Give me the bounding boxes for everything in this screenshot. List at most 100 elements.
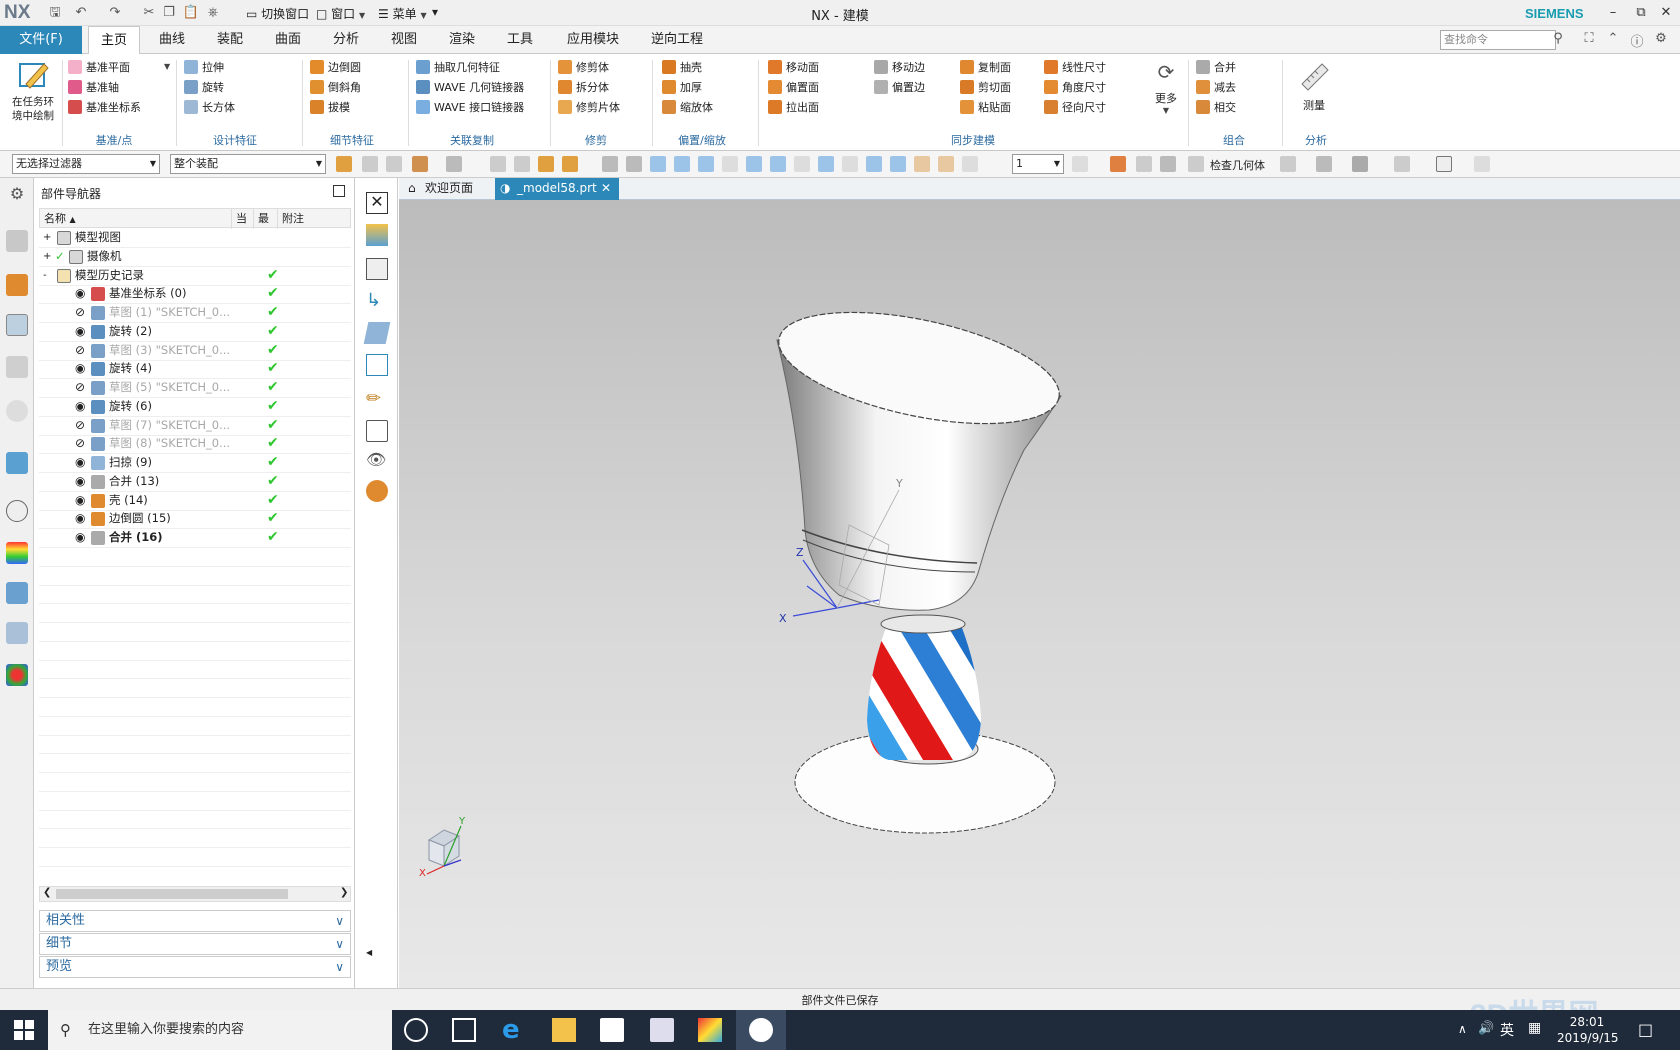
column-current[interactable]: 当: [232, 209, 254, 229]
rotate-view-icon[interactable]: [1072, 156, 1088, 172]
collapse-icon[interactable]: -: [43, 266, 47, 285]
windows-start-icon[interactable]: [14, 1020, 34, 1040]
intersection-icon[interactable]: [794, 156, 810, 172]
scroll-left-icon[interactable]: ❮: [43, 887, 51, 898]
cut-face-button[interactable]: 剪切面: [960, 78, 1011, 98]
trim-sheet-button[interactable]: 修剪片体: [558, 98, 620, 118]
tree-row[interactable]: ⊘ 草图 (3) "SKETCH_0... ✔: [39, 341, 351, 361]
reuse-library-icon[interactable]: [6, 356, 28, 378]
tab-home[interactable]: 主页: [88, 26, 140, 55]
hd3d-tools-icon[interactable]: [6, 400, 28, 422]
manufacturing-wizard-icon[interactable]: [6, 622, 28, 644]
pull-face-button[interactable]: 拉出面: [768, 98, 819, 118]
sheet-body-icon[interactable]: [363, 322, 391, 344]
ime-indicator[interactable]: 英: [1500, 1020, 1514, 1040]
move-edge-button[interactable]: 移动边: [874, 58, 925, 78]
process-studio-icon[interactable]: [6, 582, 28, 604]
expand-icon[interactable]: +: [43, 228, 51, 247]
solid-icon[interactable]: [602, 156, 618, 172]
selection-scope-select[interactable]: 整个装配 ▼: [170, 154, 326, 174]
save-part-icon[interactable]: [366, 258, 388, 280]
thicken-button[interactable]: 加厚: [662, 78, 713, 98]
draft-button[interactable]: 拔模: [310, 98, 361, 118]
tree-row[interactable]: ⊘ 草图 (7) "SKETCH_0... ✔: [39, 416, 351, 436]
fit-view-icon[interactable]: [1280, 156, 1296, 172]
type-filter-select[interactable]: 无选择过滤器 ▼: [12, 154, 160, 174]
edge-browser-icon[interactable]: e: [502, 1017, 526, 1043]
palette-icon[interactable]: [6, 542, 28, 564]
check-geometry-icon[interactable]: [1188, 156, 1204, 172]
extrude-button[interactable]: 拉伸: [184, 58, 235, 78]
eye-icon[interactable]: ◉: [75, 359, 85, 378]
block-button[interactable]: 长方体: [184, 98, 235, 118]
taskbar-search-input[interactable]: ⚲ 在这里输入你要搜索的内容: [48, 1010, 392, 1050]
tree-row[interactable]: ◉ 旋转 (6) ✔: [39, 397, 351, 417]
maximize-panel-icon[interactable]: [333, 185, 345, 197]
volume-icon[interactable]: 🔊: [1478, 1021, 1494, 1036]
bounded-grid-icon[interactable]: [938, 156, 954, 172]
subtract-button[interactable]: 减去: [1196, 78, 1236, 98]
radial-dimension-button[interactable]: 径向尺寸: [1044, 98, 1106, 118]
close-button[interactable]: ✕: [1655, 3, 1677, 23]
chamfer-button[interactable]: 倒斜角: [310, 78, 361, 98]
mail-icon[interactable]: [650, 1018, 674, 1042]
new-icon[interactable]: [366, 224, 388, 246]
expand-icon[interactable]: +: [43, 247, 51, 266]
tab-applications[interactable]: 应用模块: [558, 26, 628, 54]
datum-csys-button[interactable]: 基准坐标系: [68, 98, 141, 118]
existing-point-icon[interactable]: [866, 156, 882, 172]
tab-welcome-page[interactable]: ⌂ 欢迎页面: [403, 178, 489, 200]
eye-icon[interactable]: ◉: [75, 491, 85, 510]
snap-icon[interactable]: [490, 156, 506, 172]
tree-row[interactable]: ◉ 旋转 (2) ✔: [39, 322, 351, 342]
assembly-navigator-icon[interactable]: [6, 230, 28, 252]
tree-row[interactable]: ⊘ 草图 (5) "SKETCH_0... ✔: [39, 378, 351, 398]
hidden-eye-icon[interactable]: ⊘: [75, 416, 85, 435]
background-icon[interactable]: [1436, 156, 1452, 172]
store-icon[interactable]: [600, 1018, 624, 1042]
paste-face-button[interactable]: 粘贴面: [960, 98, 1011, 118]
line-snap-icon[interactable]: [674, 156, 690, 172]
quadrant-icon[interactable]: [842, 156, 858, 172]
measure-button[interactable]: 测量: [1290, 60, 1338, 113]
view-orientation-icon[interactable]: [1316, 156, 1332, 172]
object-display-icon[interactable]: [366, 480, 388, 502]
select-body-icon[interactable]: [412, 156, 428, 172]
history-icon[interactable]: [6, 500, 28, 522]
details-panel[interactable]: 细节 ∨: [39, 933, 351, 955]
tree-row[interactable]: ◉ 边倒圆 (15) ✔: [39, 509, 351, 530]
sketch-in-task-button[interactable]: 在任务环境中绘制: [8, 58, 58, 123]
tab-assembly[interactable]: 装配: [208, 26, 252, 54]
hidden-eye-icon[interactable]: ⊘: [75, 341, 85, 360]
tab-analysis[interactable]: 分析: [324, 26, 368, 54]
close-tab-icon[interactable]: ✕: [601, 178, 611, 199]
web-browser-icon[interactable]: [6, 452, 28, 474]
tree-row[interactable]: ◉ 基准坐标系 (0) ✔: [39, 284, 351, 305]
help-icon[interactable]: ⓘ: [1628, 31, 1646, 50]
cortana-icon[interactable]: [404, 1018, 428, 1042]
close-x-icon[interactable]: ✕: [366, 192, 388, 214]
graphics-window[interactable]: Z X Y Y X: [399, 200, 1680, 988]
preview-panel[interactable]: 预览 ∨: [39, 956, 351, 978]
column-comment[interactable]: 附注: [278, 209, 352, 229]
restore-button[interactable]: ⧉: [1630, 3, 1652, 23]
tree-row[interactable]: ◉ 合并 (16) ✔: [39, 528, 351, 548]
collapse-ribbon-icon[interactable]: ⌃: [1604, 31, 1622, 49]
edge-snap-icon[interactable]: [562, 156, 578, 172]
tab-model58[interactable]: ◑ _model58.prt ✕: [495, 178, 619, 200]
wireframe-icon[interactable]: [1160, 156, 1176, 172]
tree-row[interactable]: + 模型视图: [39, 228, 351, 248]
eye-icon[interactable]: ◉: [75, 528, 85, 547]
component-icon[interactable]: [446, 156, 462, 172]
tab-tools[interactable]: 工具: [498, 26, 542, 54]
gear-icon[interactable]: ⚙: [6, 184, 28, 206]
datum-plane-button[interactable]: 基准平面: [68, 58, 141, 78]
angular-dimension-button[interactable]: 角度尺寸: [1044, 78, 1106, 98]
tree-row[interactable]: ⊘ 草图 (8) "SKETCH_0... ✔: [39, 434, 351, 455]
crosshair-icon[interactable]: [650, 156, 666, 172]
insert-icon[interactable]: ↳: [366, 290, 388, 312]
column-name[interactable]: 名称 ▲: [40, 209, 232, 229]
trim-body-button[interactable]: 修剪体: [558, 58, 620, 78]
tree-row[interactable]: - 模型历史记录 ✔: [39, 266, 351, 286]
network-icon[interactable]: ∧: [1458, 1022, 1467, 1036]
